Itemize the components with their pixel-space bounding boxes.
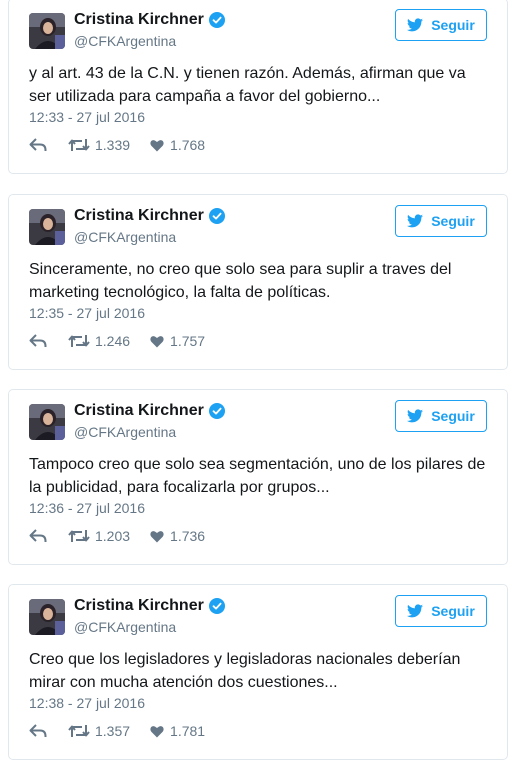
retweet-count: 1.339 (95, 137, 131, 153)
tweet-card: Cristina Kirchner @CFKArgentina Seguir T… (8, 389, 508, 565)
reply-button[interactable] (29, 334, 47, 348)
avatar[interactable] (29, 404, 65, 440)
twitter-bird-icon (407, 18, 424, 32)
twitter-bird-icon (407, 409, 424, 423)
heart-icon (150, 530, 164, 542)
tweet-text: Creo que los legisladores y legisladoras… (29, 651, 461, 691)
tweet-text: y al art. 43 de la C.N. y tienen razón. … (29, 65, 466, 105)
like-count: 1.757 (170, 333, 206, 349)
author-row: Cristina Kirchner (74, 597, 225, 615)
retweet-button[interactable]: 1.357 (47, 723, 130, 739)
retweet-count: 1.357 (95, 723, 131, 739)
reply-button[interactable] (29, 529, 47, 543)
reply-button[interactable] (29, 138, 47, 152)
retweet-icon (68, 530, 90, 542)
heart-icon (150, 335, 164, 347)
author-name[interactable]: Cristina Kirchner (74, 597, 204, 615)
reply-icon (29, 724, 47, 737)
tweet-feed: Cristina Kirchner @CFKArgentina Seguir y… (0, 0, 512, 772)
author-handle[interactable]: @CFKArgentina (74, 33, 176, 49)
heart-icon (150, 725, 164, 737)
tweet-card: Cristina Kirchner @CFKArgentina Seguir C… (8, 584, 508, 760)
twitter-bird-icon (407, 214, 424, 228)
avatar[interactable] (29, 599, 65, 635)
verified-badge-icon (208, 403, 225, 419)
author-handle[interactable]: @CFKArgentina (74, 619, 176, 635)
tweet-text: Tampoco creo que solo sea segmentación, … (29, 456, 486, 496)
tweet-actions: 1.339 1.768 (29, 135, 205, 155)
like-count: 1.736 (170, 528, 206, 544)
tweet-actions: 1.246 1.757 (29, 331, 205, 351)
tweet-card: Cristina Kirchner @CFKArgentina Seguir S… (8, 194, 508, 370)
twitter-bird-icon (407, 604, 424, 618)
reply-icon (29, 334, 47, 347)
tweet-timestamp[interactable]: 12:33 - 27 jul 2016 (29, 109, 145, 125)
retweet-count: 1.246 (95, 333, 131, 349)
reply-icon (29, 138, 47, 151)
follow-button[interactable]: Seguir (395, 9, 487, 41)
like-button[interactable]: 1.768 (130, 137, 205, 153)
reply-button[interactable] (29, 724, 47, 738)
tweet-card: Cristina Kirchner @CFKArgentina Seguir y… (8, 0, 508, 174)
verified-badge-icon (208, 208, 225, 224)
retweet-button[interactable]: 1.339 (47, 137, 130, 153)
follow-label: Seguir (431, 17, 475, 33)
follow-label: Seguir (431, 408, 475, 424)
like-button[interactable]: 1.781 (130, 723, 205, 739)
author-name[interactable]: Cristina Kirchner (74, 207, 204, 225)
follow-label: Seguir (431, 213, 475, 229)
author-name[interactable]: Cristina Kirchner (74, 11, 204, 29)
tweet-timestamp[interactable]: 12:35 - 27 jul 2016 (29, 305, 145, 321)
reply-icon (29, 529, 47, 542)
retweet-button[interactable]: 1.203 (47, 528, 130, 544)
follow-label: Seguir (431, 603, 475, 619)
author-row: Cristina Kirchner (74, 11, 225, 29)
retweet-count: 1.203 (95, 528, 131, 544)
verified-badge-icon (208, 598, 225, 614)
retweet-icon (68, 139, 90, 151)
author-row: Cristina Kirchner (74, 207, 225, 225)
tweet-text: Sinceramente, no creo que solo sea para … (29, 261, 452, 301)
author-row: Cristina Kirchner (74, 402, 225, 420)
like-count: 1.768 (170, 137, 206, 153)
tweet-actions: 1.203 1.736 (29, 526, 205, 546)
avatar[interactable] (29, 13, 65, 49)
follow-button[interactable]: Seguir (395, 205, 487, 237)
author-name[interactable]: Cristina Kirchner (74, 402, 204, 420)
author-handle[interactable]: @CFKArgentina (74, 424, 176, 440)
verified-badge-icon (208, 12, 225, 28)
tweet-actions: 1.357 1.781 (29, 721, 205, 741)
tweet-timestamp[interactable]: 12:38 - 27 jul 2016 (29, 695, 145, 711)
retweet-icon (68, 335, 90, 347)
like-count: 1.781 (170, 723, 206, 739)
avatar[interactable] (29, 209, 65, 245)
heart-icon (150, 139, 164, 151)
like-button[interactable]: 1.736 (130, 528, 205, 544)
author-handle[interactable]: @CFKArgentina (74, 229, 176, 245)
follow-button[interactable]: Seguir (395, 400, 487, 432)
follow-button[interactable]: Seguir (395, 595, 487, 627)
tweet-timestamp[interactable]: 12:36 - 27 jul 2016 (29, 500, 145, 516)
like-button[interactable]: 1.757 (130, 333, 205, 349)
retweet-button[interactable]: 1.246 (47, 333, 130, 349)
retweet-icon (68, 725, 90, 737)
